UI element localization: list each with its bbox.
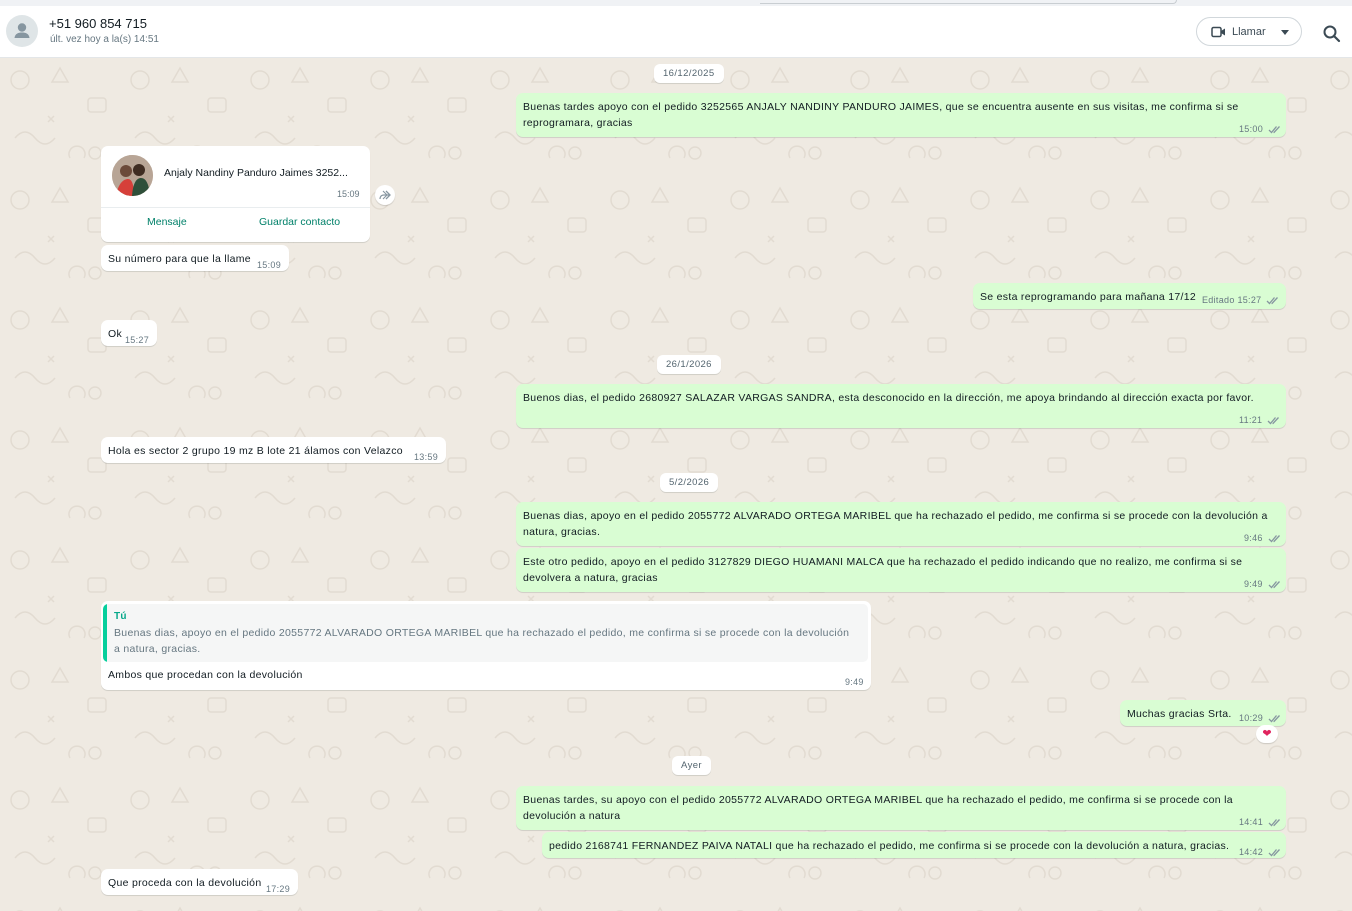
message-time: 15:27 (125, 335, 150, 345)
quote-text: Buenas dias, apoyo en el pedido 2055772 … (114, 627, 850, 655)
message-meta: Editado 15:27 (1202, 292, 1280, 308)
message-time: 15:00 (1239, 124, 1264, 134)
edited-label: Editado (1202, 295, 1235, 305)
contact-card-name: Anjaly Nandiny Panduro Jaimes 3252... (164, 167, 348, 179)
incoming-message[interactable]: Que proceda con la devolución 17:29 (101, 869, 298, 895)
outgoing-message[interactable]: pedido 2168741 FERNANDEZ PAIVA NATALI qu… (542, 832, 1286, 858)
message-text: Buenos dias, el pedido 2680927 SALAZAR V… (523, 392, 1254, 404)
message-text: pedido 2168741 FERNANDEZ PAIVA NATALI qu… (549, 840, 1230, 852)
message-time: 17:29 (266, 884, 291, 894)
outgoing-message[interactable]: Este otro pedido, apoyo en el pedido 312… (516, 548, 1286, 592)
outgoing-message[interactable]: Buenas dias, apoyo en el pedido 2055772 … (516, 502, 1286, 546)
address-bar-fragment (760, 0, 1177, 4)
message-time: 9:49 (845, 677, 864, 687)
contact-avatar[interactable] (6, 15, 38, 47)
message-meta: 9:46 (1244, 530, 1282, 546)
date-separator: Ayer (672, 756, 711, 775)
message-meta: 10:29 (1239, 710, 1282, 726)
double-check-icon (1266, 297, 1279, 305)
save-contact-button[interactable]: Guardar contacto (259, 216, 340, 228)
incoming-message[interactable]: Su número para que la llame 15:09 (101, 245, 289, 271)
quote-bar (103, 604, 107, 662)
message-meta: 11:21 (1239, 412, 1281, 428)
double-check-icon (1268, 715, 1280, 723)
contact-name[interactable]: +51 960 854 715 (49, 16, 147, 31)
date-separator: 5/2/2026 (660, 473, 719, 492)
incoming-message[interactable]: Ok 15:27 (101, 320, 157, 346)
message-time: 15:27 (1237, 295, 1262, 305)
double-check-icon (1268, 581, 1280, 589)
quoted-message[interactable]: Tú Buenas dias, apoyo en el pedido 20557… (103, 604, 868, 662)
message-text: Muchas gracias Srta. (1127, 708, 1232, 720)
outgoing-message[interactable]: Se esta reprogramando para mañana 17/12 … (973, 283, 1286, 309)
search-icon (1323, 25, 1341, 43)
message-time: 15:09 (337, 189, 360, 199)
contact-card-photo (112, 155, 153, 196)
chat-area[interactable]: 16/12/2025 Buenas tardes apoyo con el pe… (0, 58, 1352, 911)
message-meta: 14:42 (1239, 844, 1282, 860)
incoming-reply-message[interactable]: Tú Buenas dias, apoyo en el pedido 20557… (101, 601, 871, 690)
message-time: 14:41 (1239, 817, 1264, 827)
message-contact-button[interactable]: Mensaje (147, 216, 187, 228)
forward-icon (379, 190, 391, 200)
message-time: 9:46 (1244, 533, 1263, 543)
call-button[interactable]: Llamar (1196, 17, 1302, 46)
double-check-icon (1268, 849, 1280, 857)
outgoing-message[interactable]: Buenos dias, el pedido 2680927 SALAZAR V… (516, 384, 1286, 428)
message-meta: 15:00 (1239, 121, 1282, 137)
message-text: Que proceda con la devolución (108, 877, 262, 889)
message-text: Buenas dias, apoyo en el pedido 2055772 … (523, 510, 1268, 538)
outgoing-message[interactable]: Buenas tardes, su apoyo con el pedido 20… (516, 786, 1286, 830)
message-text: Ok (108, 328, 123, 340)
double-check-icon (1268, 535, 1280, 543)
person-icon (14, 23, 30, 38)
message-time: 13:59 (414, 452, 439, 462)
date-separator: 16/12/2025 (654, 64, 724, 83)
last-seen-status: últ. vez hoy a la(s) 14:51 (50, 34, 159, 45)
quote-author: Tú (114, 611, 127, 622)
message-time: 15:09 (257, 260, 282, 270)
message-text: Buenas tardes apoyo con el pedido 325256… (523, 101, 1239, 129)
message-text: Buenas tardes, su apoyo con el pedido 20… (523, 794, 1233, 822)
outgoing-message[interactable]: Muchas gracias Srta. 10:29 (1120, 700, 1286, 726)
heart-reaction-icon[interactable]: ❤ (1256, 725, 1278, 743)
search-button[interactable] (1320, 22, 1344, 46)
message-text: Su número para que la llame (108, 253, 251, 265)
message-meta: 9:49 (1244, 576, 1282, 592)
chevron-down-icon (1281, 30, 1289, 35)
message-text: Hola es sector 2 grupo 19 mz B lote 21 á… (108, 445, 403, 457)
video-icon (1211, 26, 1225, 38)
call-label: Llamar (1232, 26, 1266, 38)
chat-header: +51 960 854 715 últ. vez hoy a la(s) 14:… (0, 6, 1352, 58)
double-check-icon (1268, 126, 1280, 134)
message-text: Este otro pedido, apoyo en el pedido 312… (523, 556, 1243, 584)
message-meta: 14:41 (1239, 814, 1282, 830)
shared-contact-card[interactable]: Anjaly Nandiny Panduro Jaimes 3252... 15… (101, 146, 370, 242)
message-text: Ambos que procedan con la devolución (108, 669, 303, 681)
double-check-icon (1267, 417, 1280, 425)
outgoing-message[interactable]: Buenas tardes apoyo con el pedido 325256… (516, 93, 1286, 137)
message-time: 9:49 (1244, 579, 1263, 589)
message-time: 11:21 (1239, 415, 1263, 425)
forward-button[interactable] (375, 185, 395, 205)
message-time: 10:29 (1239, 713, 1264, 723)
double-check-icon (1268, 819, 1280, 827)
message-time: 14:42 (1239, 847, 1264, 857)
date-separator: 26/1/2026 (657, 355, 721, 374)
message-text: Se esta reprogramando para mañana 17/12 (980, 291, 1197, 303)
incoming-message[interactable]: Hola es sector 2 grupo 19 mz B lote 21 á… (101, 437, 446, 463)
card-divider (101, 207, 370, 208)
